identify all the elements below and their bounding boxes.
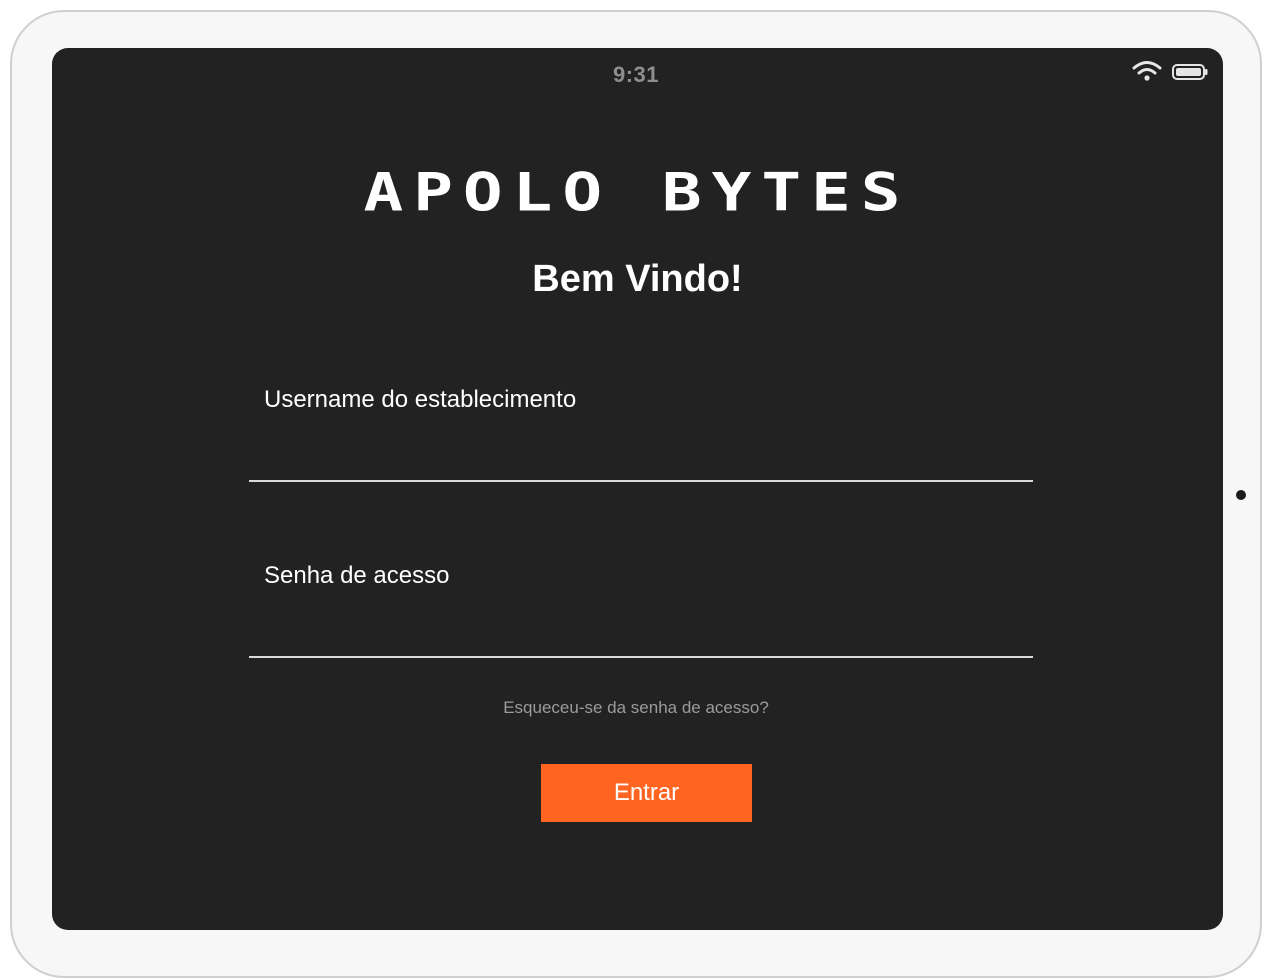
battery-icon [1172, 64, 1208, 80]
password-underline [249, 656, 1033, 658]
enter-button[interactable]: Entrar [541, 764, 752, 822]
welcome-title: Bem Vindo! [532, 258, 743, 300]
wifi-icon [1132, 61, 1162, 81]
camera-dot [1236, 490, 1246, 500]
brand-logo: APOLO BYTES [363, 161, 911, 224]
app-screen: 9:31 APOLO BYTES Bem Vindo! Username do … [52, 48, 1223, 930]
forgot-password-link[interactable]: Esqueceu-se da senha de acesso? [52, 698, 1220, 718]
password-input[interactable] [262, 614, 1026, 652]
status-time: 9:31 [612, 62, 660, 87]
username-input[interactable] [262, 438, 1026, 476]
username-label: Username do establecimento [264, 386, 577, 413]
username-underline [249, 480, 1033, 482]
password-label: Senha de acesso [264, 562, 450, 589]
